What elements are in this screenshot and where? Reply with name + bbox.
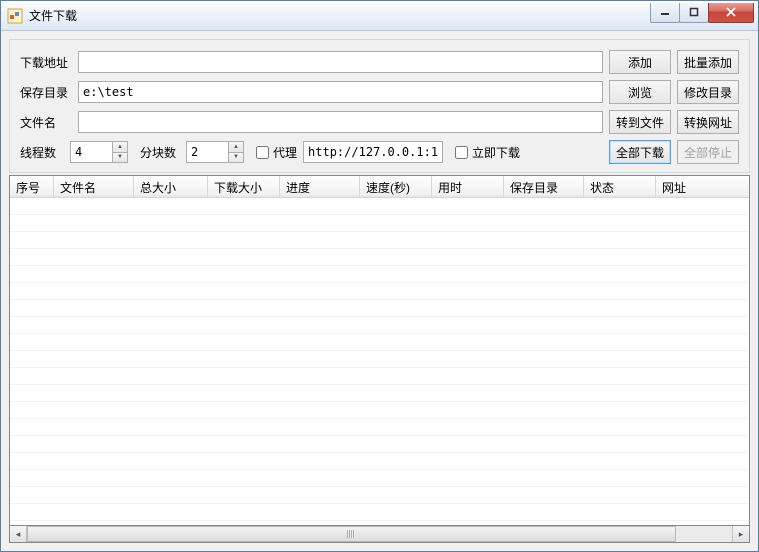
browse-button[interactable]: 浏览 bbox=[609, 80, 671, 104]
download-url-input[interactable] bbox=[78, 51, 603, 73]
scroll-grip-icon bbox=[347, 530, 355, 538]
table-row bbox=[10, 283, 749, 300]
settings-group: 下载地址 添加 批量添加 保存目录 浏览 修改目录 文件名 转到文件 转换网址 … bbox=[9, 39, 750, 173]
col-elapsed[interactable]: 用时 bbox=[432, 176, 504, 197]
col-filename[interactable]: 文件名 bbox=[54, 176, 134, 197]
table-row bbox=[10, 334, 749, 351]
chunks-spin-buttons[interactable]: ▲ ▼ bbox=[228, 141, 244, 163]
table-row bbox=[10, 266, 749, 283]
table-row bbox=[10, 232, 749, 249]
table-row bbox=[10, 402, 749, 419]
table-row bbox=[10, 317, 749, 334]
label-download-now: 立即下载 bbox=[472, 144, 520, 161]
threads-spinner[interactable]: ▲ ▼ bbox=[70, 141, 128, 163]
proxy-checkbox[interactable] bbox=[256, 146, 269, 159]
proxy-checkbox-wrap[interactable]: 代理 bbox=[256, 144, 297, 161]
table-row bbox=[10, 198, 749, 215]
col-speed[interactable]: 速度(秒) bbox=[360, 176, 432, 197]
chunks-spinner[interactable]: ▲ ▼ bbox=[186, 141, 244, 163]
listview-body[interactable] bbox=[10, 198, 749, 525]
scroll-thumb[interactable] bbox=[27, 526, 676, 542]
row-save-dir: 保存目录 浏览 修改目录 bbox=[20, 80, 739, 104]
table-row bbox=[10, 504, 749, 521]
row-download-url: 下载地址 添加 批量添加 bbox=[20, 50, 739, 74]
batch-add-button[interactable]: 批量添加 bbox=[677, 50, 739, 74]
to-file-button[interactable]: 转到文件 bbox=[609, 110, 671, 134]
table-row bbox=[10, 249, 749, 266]
save-dir-input[interactable] bbox=[78, 81, 603, 103]
table-row bbox=[10, 487, 749, 504]
chunks-up-icon[interactable]: ▲ bbox=[229, 142, 243, 153]
label-chunks: 分块数 bbox=[140, 144, 180, 161]
download-listview[interactable]: 序号 文件名 总大小 下载大小 进度 速度(秒) 用时 保存目录 状态 网址 bbox=[9, 175, 750, 526]
table-row bbox=[10, 521, 749, 525]
label-save-dir: 保存目录 bbox=[20, 84, 72, 101]
proxy-url-input[interactable] bbox=[303, 141, 443, 163]
col-download-size[interactable]: 下载大小 bbox=[208, 176, 280, 197]
minimize-button[interactable] bbox=[650, 3, 680, 23]
stop-all-button: 全部停止 bbox=[677, 140, 739, 164]
col-status[interactable]: 状态 bbox=[584, 176, 656, 197]
col-url[interactable]: 网址 bbox=[656, 176, 749, 197]
add-button[interactable]: 添加 bbox=[609, 50, 671, 74]
label-threads: 线程数 bbox=[20, 144, 64, 161]
modify-dir-button[interactable]: 修改目录 bbox=[677, 80, 739, 104]
col-seq[interactable]: 序号 bbox=[10, 176, 54, 197]
threads-input[interactable] bbox=[70, 141, 112, 163]
app-icon bbox=[7, 8, 23, 24]
col-total-size[interactable]: 总大小 bbox=[134, 176, 208, 197]
table-row bbox=[10, 215, 749, 232]
table-row bbox=[10, 470, 749, 487]
table-row bbox=[10, 351, 749, 368]
col-save-dir[interactable]: 保存目录 bbox=[504, 176, 584, 197]
scroll-track[interactable] bbox=[27, 526, 732, 542]
scroll-right-button[interactable]: ▸ bbox=[732, 526, 749, 542]
horizontal-scrollbar[interactable]: ◂ ▸ bbox=[9, 526, 750, 543]
row-filename: 文件名 转到文件 转换网址 bbox=[20, 110, 739, 134]
content-area: 下载地址 添加 批量添加 保存目录 浏览 修改目录 文件名 转到文件 转换网址 … bbox=[1, 31, 758, 551]
table-row bbox=[10, 419, 749, 436]
table-row bbox=[10, 300, 749, 317]
window-title: 文件下载 bbox=[29, 7, 650, 24]
label-proxy: 代理 bbox=[273, 144, 297, 161]
app-window: 文件下载 下载地址 添加 批量添加 保存目录 浏览 bbox=[0, 0, 759, 552]
listview-header[interactable]: 序号 文件名 总大小 下载大小 进度 速度(秒) 用时 保存目录 状态 网址 bbox=[10, 176, 749, 198]
table-row bbox=[10, 368, 749, 385]
download-now-checkbox-wrap[interactable]: 立即下载 bbox=[455, 144, 520, 161]
download-all-button[interactable]: 全部下载 bbox=[609, 140, 671, 164]
table-row bbox=[10, 385, 749, 402]
table-row bbox=[10, 453, 749, 470]
label-filename: 文件名 bbox=[20, 114, 72, 131]
filename-input[interactable] bbox=[78, 111, 603, 133]
convert-url-button[interactable]: 转换网址 bbox=[677, 110, 739, 134]
titlebar[interactable]: 文件下载 bbox=[1, 1, 758, 31]
label-download-url: 下载地址 bbox=[20, 54, 72, 71]
col-progress[interactable]: 进度 bbox=[280, 176, 360, 197]
threads-up-icon[interactable]: ▲ bbox=[113, 142, 127, 153]
scroll-left-button[interactable]: ◂ bbox=[10, 526, 27, 542]
threads-spin-buttons[interactable]: ▲ ▼ bbox=[112, 141, 128, 163]
maximize-button[interactable] bbox=[679, 3, 709, 23]
row-options: 线程数 ▲ ▼ 分块数 ▲ ▼ bbox=[20, 140, 739, 164]
window-controls bbox=[650, 3, 754, 23]
table-row bbox=[10, 436, 749, 453]
chunks-input[interactable] bbox=[186, 141, 228, 163]
download-now-checkbox[interactable] bbox=[455, 146, 468, 159]
close-button[interactable] bbox=[708, 3, 754, 23]
threads-down-icon[interactable]: ▼ bbox=[113, 153, 127, 163]
chunks-down-icon[interactable]: ▼ bbox=[229, 153, 243, 163]
